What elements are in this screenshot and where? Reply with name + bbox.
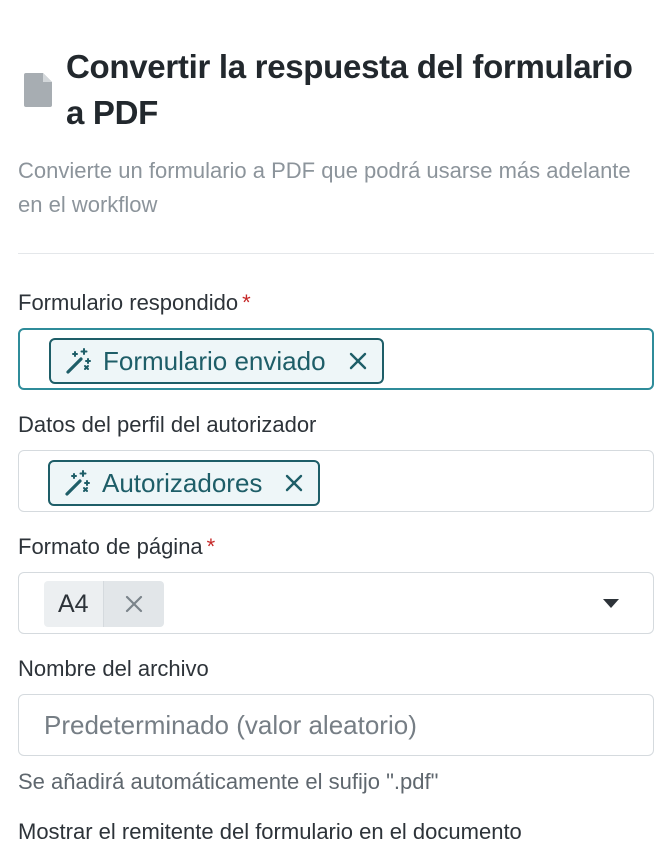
page-format-selected-chip: A4	[44, 581, 164, 627]
answered-form-label: Formulario respondido *	[18, 288, 251, 318]
page-format-label-text: Formato de página	[18, 534, 203, 559]
header-divider	[18, 253, 654, 254]
answered-form-chip: Formulario enviado	[49, 338, 384, 384]
file-name-input[interactable]	[19, 695, 653, 755]
magic-wand-icon	[65, 470, 90, 496]
page-format-label: Formato de página *	[18, 532, 215, 562]
document-icon	[24, 73, 52, 107]
approver-profile-chip: Autorizadores	[48, 460, 321, 506]
required-mark: *	[206, 534, 216, 559]
close-icon	[125, 595, 142, 613]
show-sender-label: Mostrar el remitente del formulario en e…	[18, 819, 522, 844]
answered-form-field[interactable]: Formulario enviado	[18, 328, 654, 390]
file-name-label: Nombre del archivo	[18, 656, 209, 681]
close-icon[interactable]	[284, 473, 304, 493]
approver-profile-label: Datos del perfil del autorizador	[18, 412, 317, 437]
page-title: Convertir la respuesta del formulario a …	[66, 48, 633, 131]
approver-profile-chip-label: Autorizadores	[102, 467, 263, 498]
file-name-help-text: Se añadirá automáticamente el sufijo ".p…	[18, 769, 439, 794]
answered-form-chip-label: Formulario enviado	[103, 345, 326, 376]
caret-down-icon[interactable]	[603, 599, 619, 608]
page-format-selected-value: A4	[44, 581, 103, 627]
close-icon[interactable]	[348, 351, 368, 371]
required-mark: *	[242, 290, 251, 315]
page-format-select[interactable]: A4	[18, 572, 654, 634]
approver-profile-field[interactable]: Autorizadores	[18, 450, 654, 512]
magic-wand-icon	[66, 348, 91, 374]
file-name-field	[18, 694, 654, 756]
page-description: Convierte un formulario a PDF que podrá …	[18, 158, 631, 217]
remove-selection-button[interactable]	[102, 581, 164, 627]
answered-form-label-text: Formulario respondido	[18, 290, 239, 315]
